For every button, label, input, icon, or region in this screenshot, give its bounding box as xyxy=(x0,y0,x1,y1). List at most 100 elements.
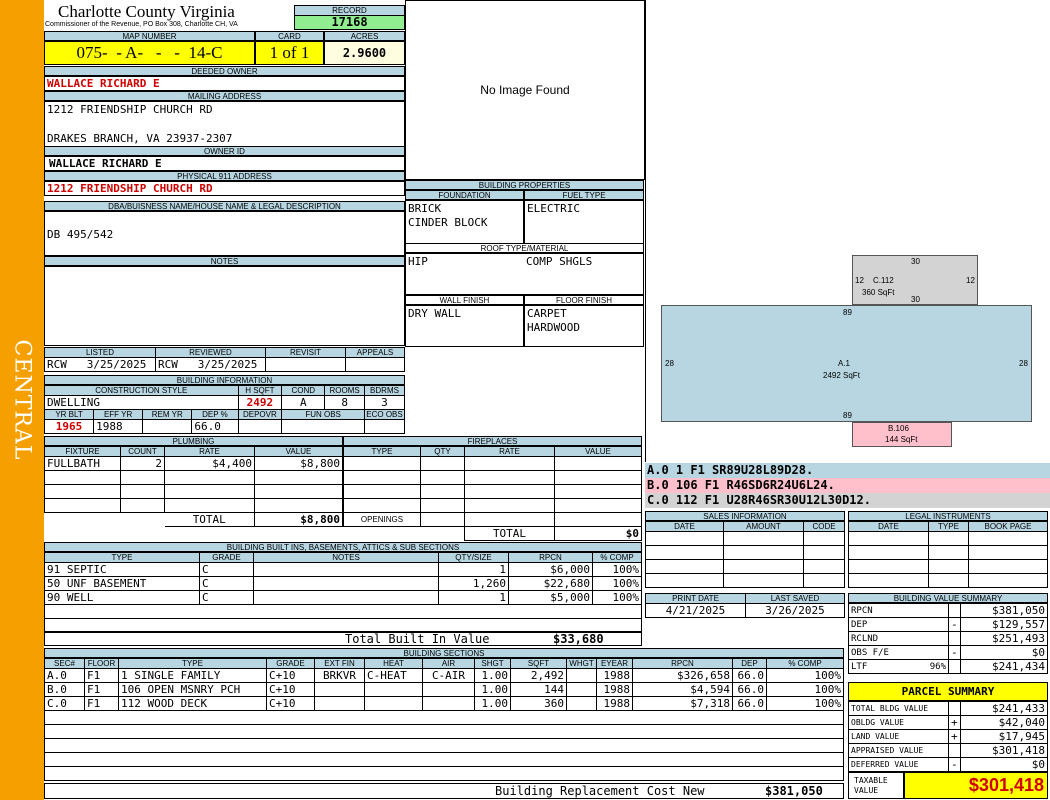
parcel-row-label: DEFERRED VALUE xyxy=(848,757,949,772)
builtins-comp-header: % COMP xyxy=(592,552,642,563)
county-header: Charlotte County Virginia Commissioner o… xyxy=(44,0,294,31)
parcel-row-value: $241,433 xyxy=(960,701,1048,716)
construction-style-label: CONSTRUCTION STYLE xyxy=(44,385,239,396)
extfin-header: EXT FIN xyxy=(314,658,365,669)
table-row: 91 SEPTIC C 1 $6,000 100% xyxy=(44,562,642,577)
reviewed-value: RCW 3/25/2025 xyxy=(155,357,266,372)
section-cell: 1988 xyxy=(596,668,633,683)
shgt-header: SHGT xyxy=(474,658,511,669)
sections-total-label: Building Replacement Cost New xyxy=(495,784,705,798)
fireplace-total-label: TOTAL xyxy=(464,526,555,541)
roof-box: HIP COMP SHGLS xyxy=(405,253,644,295)
taxable-label: TAXABLE VALUE xyxy=(848,772,904,799)
fireplaces-label: FIREPLACES xyxy=(343,436,642,446)
hsqft-label: H SQFT xyxy=(237,385,283,396)
foundation-1: BRICK xyxy=(408,202,442,215)
parcel-row-value: $42,040 xyxy=(960,715,1048,730)
builtin-notes xyxy=(253,576,439,591)
legal-label: LEGAL INSTRUMENTS xyxy=(848,511,1048,521)
sketch-a-area: 2492 SqFt xyxy=(823,371,860,380)
sales-code-header: CODE xyxy=(803,521,845,532)
deeded-owner-label: DEEDED OWNER xyxy=(44,66,405,76)
sketch-c-area: 360 SqFt xyxy=(862,288,895,297)
bvs-label: BUILDING VALUE SUMMARY xyxy=(848,593,1048,603)
sqft-header: SQFT xyxy=(510,658,567,669)
builtin-type: 50 UNF BASEMENT xyxy=(44,576,200,591)
section-cell: C-HEAT xyxy=(364,668,423,683)
table-row: TOTAL BLDG VALUE $241,433 xyxy=(848,701,1048,716)
deeded-owner-value: WALLACE RICHARD E xyxy=(44,76,405,91)
depovr-label: DEPOVR xyxy=(237,409,283,420)
section-cell: B.0 xyxy=(44,682,85,697)
plumbing-rate-header: RATE xyxy=(164,446,255,457)
sales-label: SALES INFORMATION xyxy=(645,511,845,521)
section-cell: 1 SINGLE FAMILY xyxy=(118,668,267,683)
physical-address-value: 1212 FRIENDSHIP CHURCH RD xyxy=(44,181,405,196)
bvs-row-label: DEP xyxy=(848,617,949,632)
bvs-row-value: $381,050 xyxy=(960,603,1048,618)
table-row: RCLND $251,493 xyxy=(848,631,1048,646)
builtin-grade: C xyxy=(199,590,254,605)
dates-table: PRINT DATE LAST SAVED 4/21/2025 3/26/2025 xyxy=(645,593,845,618)
bvs-row-sign xyxy=(948,631,961,646)
bvs-row-value: $0 xyxy=(960,645,1048,660)
plumbing-count: 2 xyxy=(120,456,165,471)
bvs-row-sign xyxy=(948,603,961,618)
plumbing-count-header: COUNT xyxy=(120,446,165,457)
section-cell: 1.00 xyxy=(474,682,511,697)
plumbing-total: $8,800 xyxy=(254,512,343,527)
table-row: B.0 F1 106 OPEN MSNRY PCH C+10 1.00 144 1988 $4… xyxy=(44,682,844,697)
section-cell: $7,318 xyxy=(632,696,733,711)
section-cell: F1 xyxy=(84,668,119,683)
listed-label: LISTED xyxy=(44,347,156,358)
bvs-row-value: $241,434 xyxy=(960,659,1048,674)
sketch-legend: A.0 1 F1 SR89U28L89D28. B.0 106 F1 R46SD… xyxy=(645,463,1050,508)
roof-material: COMP SHGLS xyxy=(526,255,593,268)
depovr-value xyxy=(237,419,283,434)
construction-style: DWELLING xyxy=(44,395,239,410)
sales-table: DATE AMOUNT CODE xyxy=(645,521,845,588)
legend-row-c: C.0 112 F1 U28R46SR30U12L30D12. xyxy=(645,493,1050,508)
plumbing-fixture: FULLBATH xyxy=(44,456,121,471)
table-row: OBS F/E - $0 xyxy=(848,645,1048,660)
sketch-a-top: 89 xyxy=(843,308,852,317)
review-table: LISTED REVIEWED REVISIT APPEALS RCW 3/25/20… xyxy=(44,347,405,372)
table-row: LTF 96% $241,434 xyxy=(848,659,1048,674)
section-cell: 100% xyxy=(766,668,844,683)
builtins-notes-header: NOTES xyxy=(253,552,439,563)
builtins-grade-header: GRADE xyxy=(199,552,254,563)
parcel-row-label: LAND VALUE xyxy=(848,729,949,744)
section-cell: 66.0 xyxy=(732,682,767,697)
builtins-type-header: TYPE xyxy=(44,552,200,563)
parcel-row-sign xyxy=(948,743,961,758)
section-cell xyxy=(422,696,475,711)
fireplace-value-header: VALUE xyxy=(554,446,642,457)
plumbing-fixture-header: FIXTURE xyxy=(44,446,121,457)
rooms-label: ROOMS xyxy=(324,385,365,396)
section-cell: 1.00 xyxy=(474,668,511,683)
foundation-label: FOUNDATION xyxy=(405,190,524,200)
parcel-row-sign: + xyxy=(948,715,961,730)
legal-date-header: DATE xyxy=(848,521,929,532)
section-cell: C.0 xyxy=(44,696,85,711)
listed-value: RCW 3/25/2025 xyxy=(44,357,156,372)
section-cell: 360 xyxy=(510,696,567,711)
effyr-value: 1988 xyxy=(93,419,144,434)
ltf-percent: 96% xyxy=(929,661,946,672)
parcel-table: TOTAL BLDG VALUE $241,433 OBLDG VALUE + $42… xyxy=(848,701,1048,772)
section-cell: 1988 xyxy=(596,682,633,697)
parcel-row-label: TOTAL BLDG VALUE xyxy=(848,701,949,716)
section-cell: C+10 xyxy=(266,696,315,711)
sketch-a-left: 28 xyxy=(665,359,674,368)
table-row: DEFERRED VALUE - $0 xyxy=(848,757,1048,772)
section-cell: F1 xyxy=(84,682,119,697)
builtin-rpcn: $5,000 xyxy=(508,590,593,605)
sections-total-row: Building Replacement Cost New $381,050 xyxy=(44,783,844,799)
sketch-c-left: 12 xyxy=(855,276,864,285)
fuel-type: ELECTRIC xyxy=(527,202,580,215)
plumbing-row: FULLBATH 2 $4,400 $8,800 xyxy=(44,456,343,471)
no-image-text: No Image Found xyxy=(480,83,570,97)
owner-id-label: OWNER ID xyxy=(44,146,405,156)
map-number-label: MAP NUMBER xyxy=(44,31,255,41)
taxable-label-line1: TAXABLE xyxy=(854,776,888,785)
